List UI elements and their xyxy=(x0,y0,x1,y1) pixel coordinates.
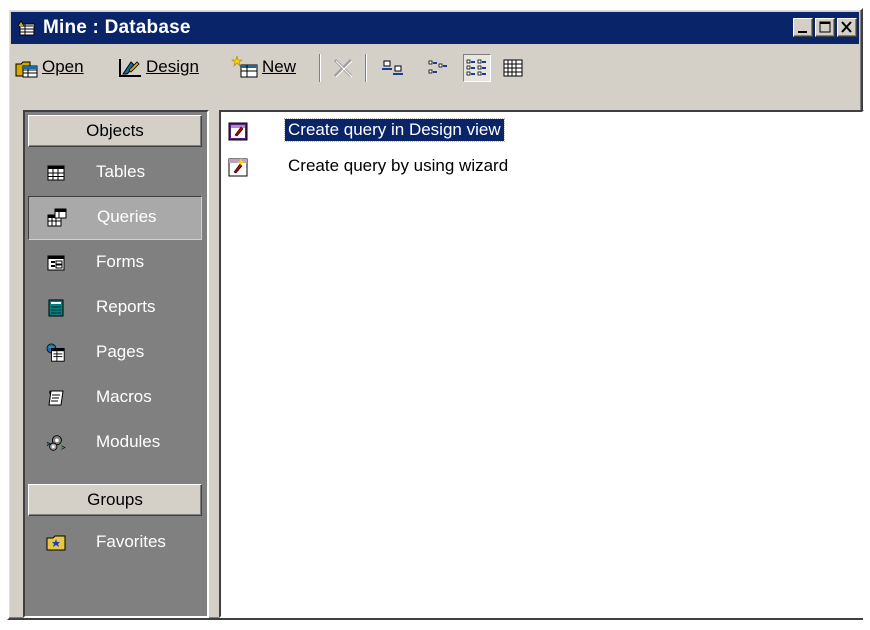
create-query-wizard-icon xyxy=(228,158,248,177)
favorites-folder-icon xyxy=(46,535,66,551)
sidebar-item-label: Macros xyxy=(96,387,152,406)
design-label: Design xyxy=(146,57,199,76)
object-list[interactable]: Create query in Design view Create query… xyxy=(219,110,864,618)
sidebar-item-modules[interactable]: Modules xyxy=(28,422,202,464)
list-view-icon xyxy=(466,59,486,76)
list-view-button[interactable] xyxy=(463,54,491,82)
database-window-icon xyxy=(17,20,35,36)
window-title: Mine : Database xyxy=(43,17,191,38)
sidebar-item-label: Modules xyxy=(96,432,161,451)
details-view-button[interactable] xyxy=(499,54,527,82)
sidebar-item-label: Reports xyxy=(96,297,156,316)
open-button[interactable]: Open xyxy=(15,52,84,82)
sidebar-item-label: Queries xyxy=(97,207,157,226)
sidebar-item-reports[interactable]: Reports xyxy=(28,287,202,329)
minimize-button[interactable] xyxy=(793,18,813,37)
toolbar-separator xyxy=(319,54,321,82)
sidebar-item-tables[interactable]: Tables xyxy=(28,152,202,194)
sidebar-item-forms[interactable]: Forms xyxy=(28,242,202,284)
sidebar-item-label: Tables xyxy=(96,162,146,181)
page-icon xyxy=(46,343,65,362)
maximize-icon xyxy=(819,21,831,33)
query-icon xyxy=(47,208,67,227)
open-icon xyxy=(15,61,38,78)
objects-bar: Objects Tables Queries Forms Reports Pag… xyxy=(23,110,209,618)
table-icon xyxy=(47,165,65,181)
groups-header-label: Groups xyxy=(87,490,143,509)
database-toolbar: Open Design New xyxy=(13,48,857,88)
sidebar-item-label: Pages xyxy=(96,342,145,361)
objects-header-label: Objects xyxy=(86,121,144,140)
open-label: Open xyxy=(42,57,84,76)
sidebar-item-pages[interactable]: Pages xyxy=(28,332,202,374)
list-item-label: Create query by using wizard xyxy=(288,156,509,175)
small-icons-view-button[interactable] xyxy=(425,54,453,82)
maximize-button[interactable] xyxy=(815,18,835,37)
title-bar[interactable]: Mine : Database xyxy=(11,12,859,44)
database-window: Mine : Database Open Design New Objects … xyxy=(7,8,864,620)
sidebar-item-queries[interactable]: Queries xyxy=(28,196,202,240)
sidebar-item-favorites[interactable]: Favorites xyxy=(28,522,202,564)
large-icons-view-icon xyxy=(382,60,403,75)
minimize-icon xyxy=(798,31,807,33)
new-button[interactable]: New xyxy=(231,52,296,82)
new-label: New xyxy=(262,57,297,76)
design-icon xyxy=(119,59,141,77)
module-icon xyxy=(46,435,66,451)
toolbar-separator xyxy=(365,54,367,82)
delete-button[interactable] xyxy=(329,54,357,82)
macro-icon xyxy=(48,390,64,406)
details-view-icon xyxy=(503,59,523,77)
design-button[interactable]: Design xyxy=(117,52,199,82)
form-icon xyxy=(47,255,65,271)
groups-header-button[interactable]: Groups xyxy=(28,484,202,516)
report-icon xyxy=(48,299,64,317)
new-icon xyxy=(231,55,258,78)
close-icon xyxy=(841,21,852,33)
list-item-label: Create query in Design view xyxy=(284,118,505,142)
sidebar-item-label: Favorites xyxy=(96,532,166,551)
objects-header-button[interactable]: Objects xyxy=(28,115,202,147)
large-icons-view-button[interactable] xyxy=(379,54,407,82)
small-icons-view-icon xyxy=(428,60,447,74)
sidebar-item-label: Forms xyxy=(96,252,145,271)
sidebar-item-macros[interactable]: Macros xyxy=(28,377,202,419)
delete-icon xyxy=(333,58,353,78)
create-query-design-icon xyxy=(228,122,248,141)
close-button[interactable] xyxy=(837,18,857,37)
